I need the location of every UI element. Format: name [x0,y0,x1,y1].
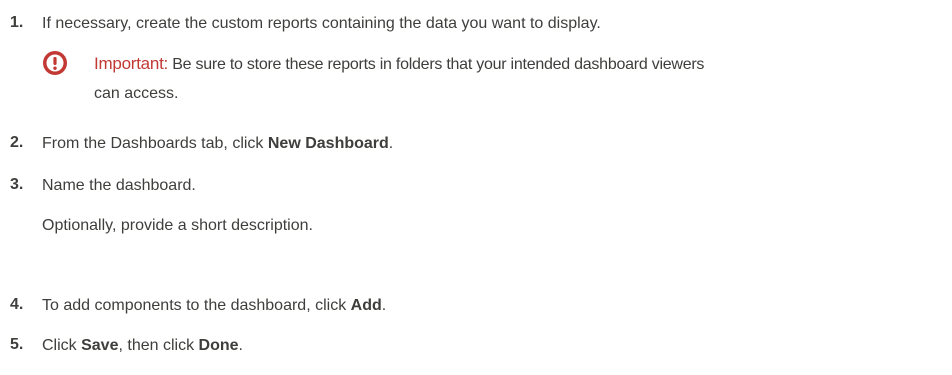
step-text-prefix: From the Dashboards tab, click [42,135,268,152]
step-text: Click Save, then click Done. [42,336,243,356]
step-subtext: Optionally, provide a short description. [42,217,313,234]
step-number: 2. [10,134,24,151]
step-text-suffix: . [388,135,394,152]
step-text: Name the dashboard. [42,177,196,194]
note-body: Important: Be sure to store these report… [94,48,952,81]
note-label: Important: [94,54,169,73]
step-number: 4. [10,296,24,313]
step-text: From the Dashboards tab, click New Dashb… [42,134,393,154]
step-text-prefix: Click [42,337,82,354]
step-text: To add components to the dashboard, clic… [42,296,386,316]
step-text: If necessary, create the custom reports … [42,15,601,32]
step-text-suffix: . [238,337,243,354]
ui-label-done: Done [198,337,239,354]
ui-label-save: Save [81,337,119,354]
ui-label-new-dashboard: New Dashboard [267,135,389,152]
step-text-prefix: To add components to the dashboard, clic… [42,297,351,314]
note-text-line1: Be sure to store these reports in folder… [172,56,705,73]
warning-icon [43,51,67,75]
step-number: 5. [10,336,24,353]
ui-label-add: Add [350,297,382,314]
step-number: 3. [10,176,24,193]
step-text-middle: , then click [118,337,199,354]
step-text-suffix: . [381,297,387,314]
step-number: 1. [10,14,24,31]
note-text-line2: can access. [94,85,179,102]
